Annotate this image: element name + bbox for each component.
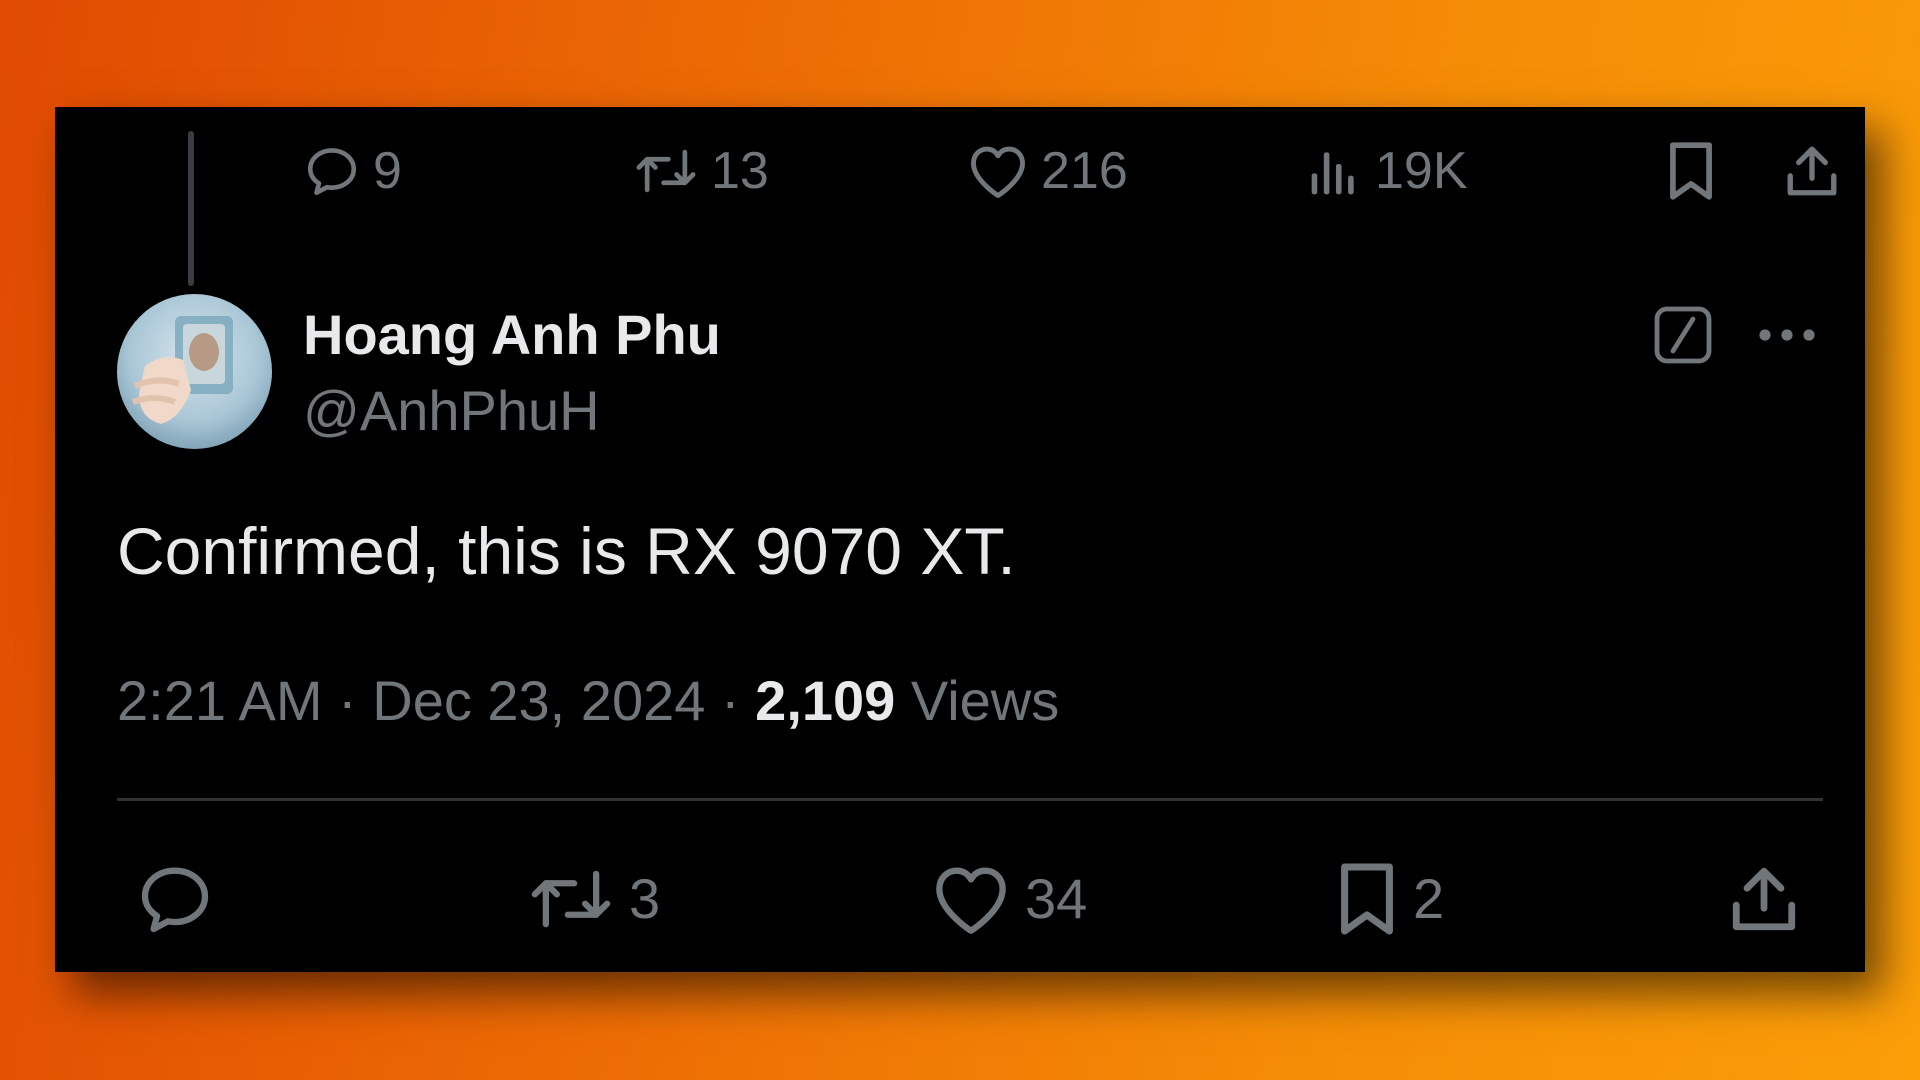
parent-like-button[interactable]: 216	[967, 131, 1128, 211]
bookmark-icon	[1335, 859, 1399, 939]
heart-icon	[967, 142, 1029, 200]
meta-separator: ·	[720, 669, 740, 732]
tweet-time[interactable]: 2:21 AM	[117, 669, 322, 732]
parent-views-count: 19K	[1375, 142, 1468, 200]
reply-icon	[135, 859, 215, 939]
meta-separator: ·	[338, 669, 357, 732]
author-handle[interactable]: @AnhPhuH	[303, 379, 600, 443]
parent-like-count: 216	[1041, 142, 1128, 200]
tweet-date[interactable]: Dec 23, 2024	[372, 669, 705, 732]
analytics-icon	[1307, 142, 1363, 200]
tweet-card: 9 13 216 19K Hoang Anh Phu @AnhPhuH Conf…	[55, 107, 1865, 972]
parent-repost-button[interactable]: 13	[633, 131, 769, 211]
bookmark-count: 2	[1413, 867, 1445, 930]
avatar-image	[117, 294, 272, 449]
repost-icon	[527, 861, 615, 937]
more-options-button[interactable]	[1755, 303, 1819, 367]
author-name[interactable]: Hoang Anh Phu	[303, 303, 721, 367]
like-count: 34	[1025, 867, 1088, 930]
parent-views-button[interactable]: 19K	[1307, 131, 1468, 211]
parent-tweet-action-bar: 9 13 216 19K	[55, 131, 1865, 211]
views-count: 2,109	[755, 669, 896, 732]
bookmark-button[interactable]: 2	[1335, 849, 1444, 949]
grok-icon	[1651, 303, 1715, 367]
grok-button[interactable]	[1651, 303, 1715, 367]
parent-share-button[interactable]	[1783, 131, 1841, 211]
views-label: Views	[910, 669, 1060, 732]
heart-icon	[931, 862, 1011, 936]
repost-count: 3	[629, 867, 661, 930]
like-button[interactable]: 34	[931, 849, 1087, 949]
bookmark-icon	[1665, 140, 1717, 202]
share-button[interactable]	[1727, 849, 1801, 949]
parent-reply-count: 9	[373, 142, 402, 200]
repost-button[interactable]: 3	[527, 849, 660, 949]
reply-icon	[303, 142, 361, 200]
parent-reply-button[interactable]: 9	[303, 131, 402, 211]
parent-bookmark-button[interactable]	[1665, 131, 1717, 211]
tweet-metadata: 2:21 AM · Dec 23, 2024 · 2,109 Views	[117, 667, 1059, 734]
share-icon	[1783, 141, 1841, 201]
tweet-text: Confirmed, this is RX 9070 XT.	[117, 514, 1016, 588]
repost-icon	[633, 142, 699, 200]
avatar[interactable]	[117, 294, 272, 449]
share-icon	[1727, 861, 1801, 937]
reply-button[interactable]	[135, 849, 215, 949]
more-icon	[1755, 303, 1819, 367]
divider	[117, 798, 1823, 801]
parent-repost-count: 13	[711, 142, 769, 200]
tweet-action-bar: 3 34 2	[55, 849, 1865, 949]
